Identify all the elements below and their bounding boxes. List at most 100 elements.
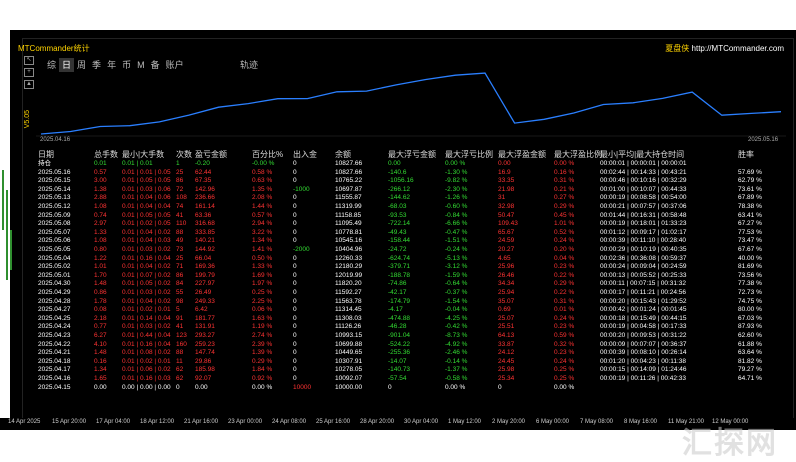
table-cell: 0 xyxy=(293,168,297,176)
table-row[interactable]: 2025.04.24 0.77 0.01 | 0.03 | 0.02 41 131.91… xyxy=(38,323,788,331)
time-axis-label: 28 Apr 20:00 xyxy=(360,419,395,425)
column-header[interactable]: 余额 xyxy=(335,149,351,160)
table-cell: 00:00:24 | 00:09:04 | 00:24:59 xyxy=(600,263,687,271)
table-cell: -1.54 % xyxy=(445,297,468,305)
table-row[interactable]: 2025.05.09 0.74 0.01 | 0.05 | 0.05 41 63.36 0… xyxy=(38,212,788,220)
table-cell: 62.79 % xyxy=(738,177,762,185)
table-cell: 2025.04.30 xyxy=(38,280,71,288)
table-row[interactable]: 2025.05.06 1.08 0.01 | 0.04 | 0.03 49 140.21… xyxy=(38,237,788,245)
table-cell: 88 xyxy=(176,228,184,236)
table-cell: 0.20 % xyxy=(554,246,575,253)
table-row[interactable]: 2025.04.27 0.08 0.01 | 0.02 | 0.01 5 6.42 0.0… xyxy=(38,306,788,314)
crosshair-icon[interactable]: + xyxy=(24,68,34,77)
column-header[interactable]: 次数 xyxy=(176,149,192,160)
table-cell: 41 xyxy=(176,323,184,331)
table-cell: 1.34 xyxy=(94,366,107,374)
table-cell: -0.20 xyxy=(195,160,210,167)
table-cell: 84 xyxy=(176,280,184,288)
column-header[interactable]: 最大浮亏金额 xyxy=(388,149,436,160)
table-row[interactable]: 2025.05.14 1.38 0.01 | 0.03 | 0.06 72 142.96… xyxy=(38,186,788,194)
table-cell: 0.77 xyxy=(94,323,107,331)
table-cell: 00:00:19 | 00:18:01 | 01:33:23 xyxy=(600,220,687,228)
table-row[interactable]: 2025.04.25 2.18 0.01 | 0.14 | 0.04 91 181.77… xyxy=(38,315,788,323)
arrow-icon[interactable]: ↖ xyxy=(24,56,34,65)
table-cell: 2025.05.13 xyxy=(38,194,71,202)
table-cell: 00:00:11 | 00:07:15 | 00:31:32 xyxy=(600,280,687,288)
table-cell: 0.25 % xyxy=(554,375,575,382)
column-header[interactable]: 最大浮盈金额 xyxy=(498,149,546,160)
table-row[interactable]: 2025.05.07 1.33 0.01 | 0.04 | 0.02 88 333.85… xyxy=(38,229,788,237)
table-cell: 0.01 | 0.05 | 0.05 xyxy=(122,177,171,185)
table-row[interactable]: 2025.05.15 3.00 0.01 | 0.05 | 0.05 86 67.35 0… xyxy=(38,177,788,185)
table-row[interactable]: 2025.04.23 6.27 0.01 | 0.44 | 0.04 123 293.2… xyxy=(38,332,788,340)
table-cell: 73.47 % xyxy=(738,237,762,245)
table-row[interactable]: 2025.05.16 0.57 0.01 | 0.01 | 0.05 25 62.44 0… xyxy=(38,169,788,177)
table-cell: 2025.04.28 xyxy=(38,297,71,305)
table-cell: 00:00:19 | 00:04:58 | 00:17:33 xyxy=(600,323,687,331)
table-cell: -4.17 xyxy=(388,306,403,314)
table-cell: 55 xyxy=(176,289,184,296)
table-cell: -266.12 xyxy=(388,185,411,193)
table-cell: 35.07 xyxy=(498,297,515,305)
table-row[interactable]: 2025.04.21 1.48 0.01 | 0.08 | 0.02 88 147.74… xyxy=(38,349,788,357)
column-header[interactable]: 日期 xyxy=(38,149,54,160)
table-cell: 2025.04.21 xyxy=(38,349,71,357)
column-header[interactable]: 盈亏金额 xyxy=(195,149,227,160)
table-cell: 169.36 xyxy=(195,263,215,271)
time-axis-label: 6 May 00:00 xyxy=(536,419,570,425)
table-row[interactable]: 2025.04.29 0.86 0.01 | 0.03 | 0.02 55 26.49 0… xyxy=(38,289,788,297)
panel-brand[interactable]: 夏盘侠 http://MTCommander.com xyxy=(665,43,784,54)
table-cell: -0.47 % xyxy=(445,228,468,236)
table-cell: 11 xyxy=(176,357,183,365)
table-cell: 86 xyxy=(176,177,184,185)
brand-url[interactable]: http://MTCommander.com xyxy=(692,44,784,53)
table-row[interactable]: 2025.05.02 1.01 0.01 | 0.04 | 0.02 71 169.36… xyxy=(38,263,788,271)
table-cell: 0.29 % xyxy=(554,280,575,288)
column-header[interactable]: 最大浮亏比例 xyxy=(445,149,493,160)
table-cell: 1.39 % xyxy=(252,349,273,357)
column-header[interactable]: 胜率 xyxy=(738,149,754,160)
column-header[interactable]: 出入金 xyxy=(293,149,317,160)
table-cell: 2025.05.09 xyxy=(38,211,71,219)
table-row[interactable]: 2025.05.04 1.22 0.01 | 0.16 | 0.04 25 66.04 0… xyxy=(38,255,788,263)
table-row[interactable]: 2025.05.01 1.70 0.01 | 0.07 | 0.02 86 199.79… xyxy=(38,272,788,280)
column-header[interactable]: 总手数 xyxy=(94,149,118,160)
table-row[interactable]: 2025.04.30 1.48 0.01 | 0.05 | 0.02 84 227.97… xyxy=(38,280,788,288)
zoom-in-icon[interactable]: ▲ xyxy=(24,80,34,89)
column-header[interactable]: 百分比% xyxy=(252,149,283,160)
table-cell: -144.62 xyxy=(388,194,411,202)
table-cell: -0.00 % xyxy=(252,160,275,167)
table-cell: 0.29 % xyxy=(252,357,273,365)
table-cell: 62.44 xyxy=(195,168,212,176)
table-cell: 1.48 xyxy=(94,280,107,288)
table-row[interactable]: 2025.04.16 1.65 0.01 | 0.16 | 0.03 62 92.07 0… xyxy=(38,375,788,383)
table-row[interactable]: 2025.05.13 2.88 0.01 | 0.04 | 0.06 108 236.6… xyxy=(38,194,788,202)
column-header[interactable]: 最小|大手数 xyxy=(122,149,164,160)
table-cell: 147.74 xyxy=(195,349,215,357)
table-cell: -0.37 % xyxy=(445,289,468,296)
table-row[interactable]: 2025.04.15 0.00 0.00 | 0.00 | 0.00 0 0.00 0.0… xyxy=(38,384,788,392)
table-row[interactable]: 2025.04.28 1.78 0.01 | 0.04 | 0.02 98 249.33… xyxy=(38,298,788,306)
table-row[interactable]: 2025.05.08 2.97 0.01 | 0.02 | 0.05 110 316.6… xyxy=(38,220,788,228)
equity-curve-chart xyxy=(36,72,786,137)
table-cell: 40.00 % xyxy=(738,254,762,262)
table-cell: 00:00:13 | 00:05:52 | 00:25:33 xyxy=(600,271,687,279)
table-cell: 0 xyxy=(293,263,297,271)
table-cell: 11820.20 xyxy=(335,280,362,288)
table-cell: -49.43 xyxy=(388,228,407,236)
table-row[interactable]: 2025.05.05 0.80 0.01 | 0.03 | 0.02 73 144.92… xyxy=(38,246,788,254)
table-row[interactable]: 2025.04.22 4.10 0.01 | 0.16 | 0.04 160 259.2… xyxy=(38,341,788,349)
column-header[interactable]: 最小|平均|最大持仓时间 xyxy=(600,149,684,160)
column-header[interactable]: 最大浮盈比例 xyxy=(554,149,602,160)
table-row[interactable]: 2025.04.18 0.16 0.01 | 0.02 | 0.01 11 29.86 0… xyxy=(38,358,788,366)
table-cell: 0.74 xyxy=(94,211,107,219)
table-cell: -2.30 % xyxy=(445,185,468,193)
table-cell: 0.01 | 0.03 | 0.02 xyxy=(122,323,171,331)
table-row[interactable]: 2025.04.17 1.34 0.01 | 0.06 | 0.02 62 185.98… xyxy=(38,366,788,374)
table-row[interactable]: 2025.05.12 1.08 0.01 | 0.04 | 0.04 74 161.14… xyxy=(38,203,788,211)
table-cell: 67.03 % xyxy=(738,314,762,322)
table-cell: -0.24 % xyxy=(445,246,468,253)
table-cell: 1.01 xyxy=(94,263,107,271)
table-cell: 62.60 % xyxy=(738,332,762,339)
table-row[interactable]: 持仓 0.01 0.01 | 0.01 1 -0.20 -0.00 % 0 10827.66 0… xyxy=(38,160,788,168)
